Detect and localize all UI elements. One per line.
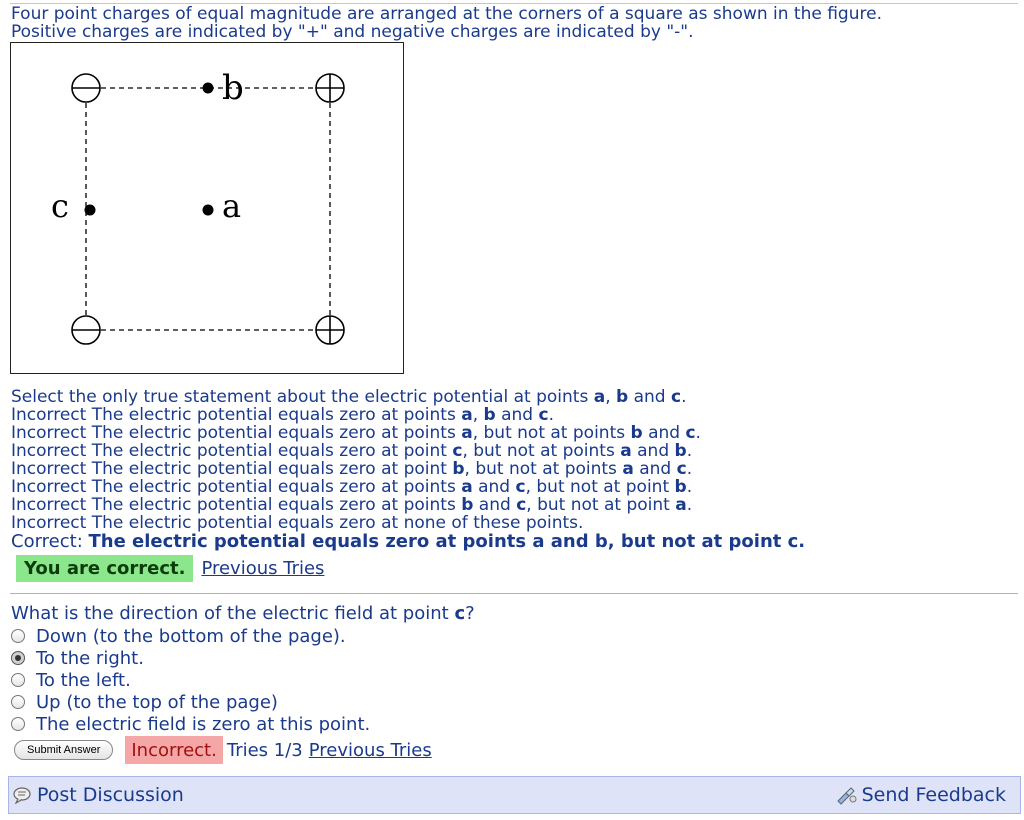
- q1-result: You are correct. Previous Tries: [16, 555, 324, 582]
- point-a-dot: [202, 204, 214, 216]
- radio-button[interactable]: [11, 695, 25, 709]
- q1-option: Incorrect The electric potential equals …: [11, 513, 584, 533]
- question-1: Select the only true statement about the…: [11, 388, 1011, 551]
- q2-option-down[interactable]: Down (to the bottom of the page).: [11, 625, 475, 647]
- radio-button-selected[interactable]: [11, 651, 25, 665]
- discussion-icon: [13, 787, 31, 804]
- point-a-label: a: [222, 187, 241, 225]
- section-divider: [10, 593, 1018, 594]
- positive-charge-top-right: [315, 73, 345, 103]
- intro-line-2: Positive charges are indicated by "+" an…: [11, 22, 694, 42]
- q1-option: Incorrect The electric potential equals …: [11, 441, 693, 461]
- q2-option-left[interactable]: To the left.: [11, 669, 475, 691]
- q2-option-up[interactable]: Up (to the top of the page): [11, 691, 475, 713]
- point-b-label: b: [222, 68, 244, 108]
- q1-prompt: Select the only true statement about the…: [11, 387, 687, 407]
- intro-line-1: Four point charges of equal magnitude ar…: [11, 4, 882, 24]
- footer-bar: Post Discussion Send Feedback: [8, 776, 1021, 814]
- negative-charge-bottom-left: [71, 315, 101, 345]
- q1-option: Incorrect The electric potential equals …: [11, 405, 554, 425]
- q2-prompt: What is the direction of the electric fi…: [11, 603, 475, 624]
- positive-charge-bottom-right: [315, 315, 345, 345]
- q1-option: Incorrect The electric potential equals …: [11, 477, 693, 497]
- figure-svg: b a c: [51, 68, 345, 345]
- problem-intro: Four point charges of equal magnitude ar…: [11, 5, 1011, 41]
- q1-option: Incorrect The electric potential equals …: [11, 459, 693, 479]
- feedback-icon: [836, 787, 857, 805]
- q1-previous-tries-link[interactable]: Previous Tries: [201, 558, 324, 579]
- tries-count: Tries 1/3: [226, 739, 303, 761]
- negative-charge-top-left: [71, 73, 101, 103]
- incorrect-badge: Incorrect.: [125, 736, 223, 764]
- correct-badge: You are correct.: [16, 555, 194, 582]
- radio-button[interactable]: [11, 717, 25, 731]
- charge-square-figure: b a c: [10, 42, 404, 374]
- q1-option: Incorrect The electric potential equals …: [11, 495, 693, 515]
- radio-button[interactable]: [11, 673, 25, 687]
- point-c-label: c: [51, 187, 69, 225]
- q1-option: Incorrect The electric potential equals …: [11, 423, 701, 443]
- q2-previous-tries-link[interactable]: Previous Tries: [309, 740, 432, 761]
- send-feedback-link[interactable]: Send Feedback: [836, 784, 1006, 806]
- point-c-dot: [84, 204, 96, 216]
- q2-submit-row: Submit Answer Incorrect. Tries 1/3 Previ…: [14, 736, 432, 764]
- submit-answer-button[interactable]: Submit Answer: [14, 740, 114, 760]
- question-2: What is the direction of the electric fi…: [11, 603, 475, 735]
- q1-correct-answer: Correct: The electric potential equals z…: [11, 531, 806, 552]
- point-b-dot: [202, 82, 214, 94]
- q2-option-right[interactable]: To the right.: [11, 647, 475, 669]
- post-discussion-link[interactable]: Post Discussion: [13, 784, 184, 806]
- radio-button[interactable]: [11, 629, 25, 643]
- q2-option-zero[interactable]: The electric field is zero at this point…: [11, 713, 475, 735]
